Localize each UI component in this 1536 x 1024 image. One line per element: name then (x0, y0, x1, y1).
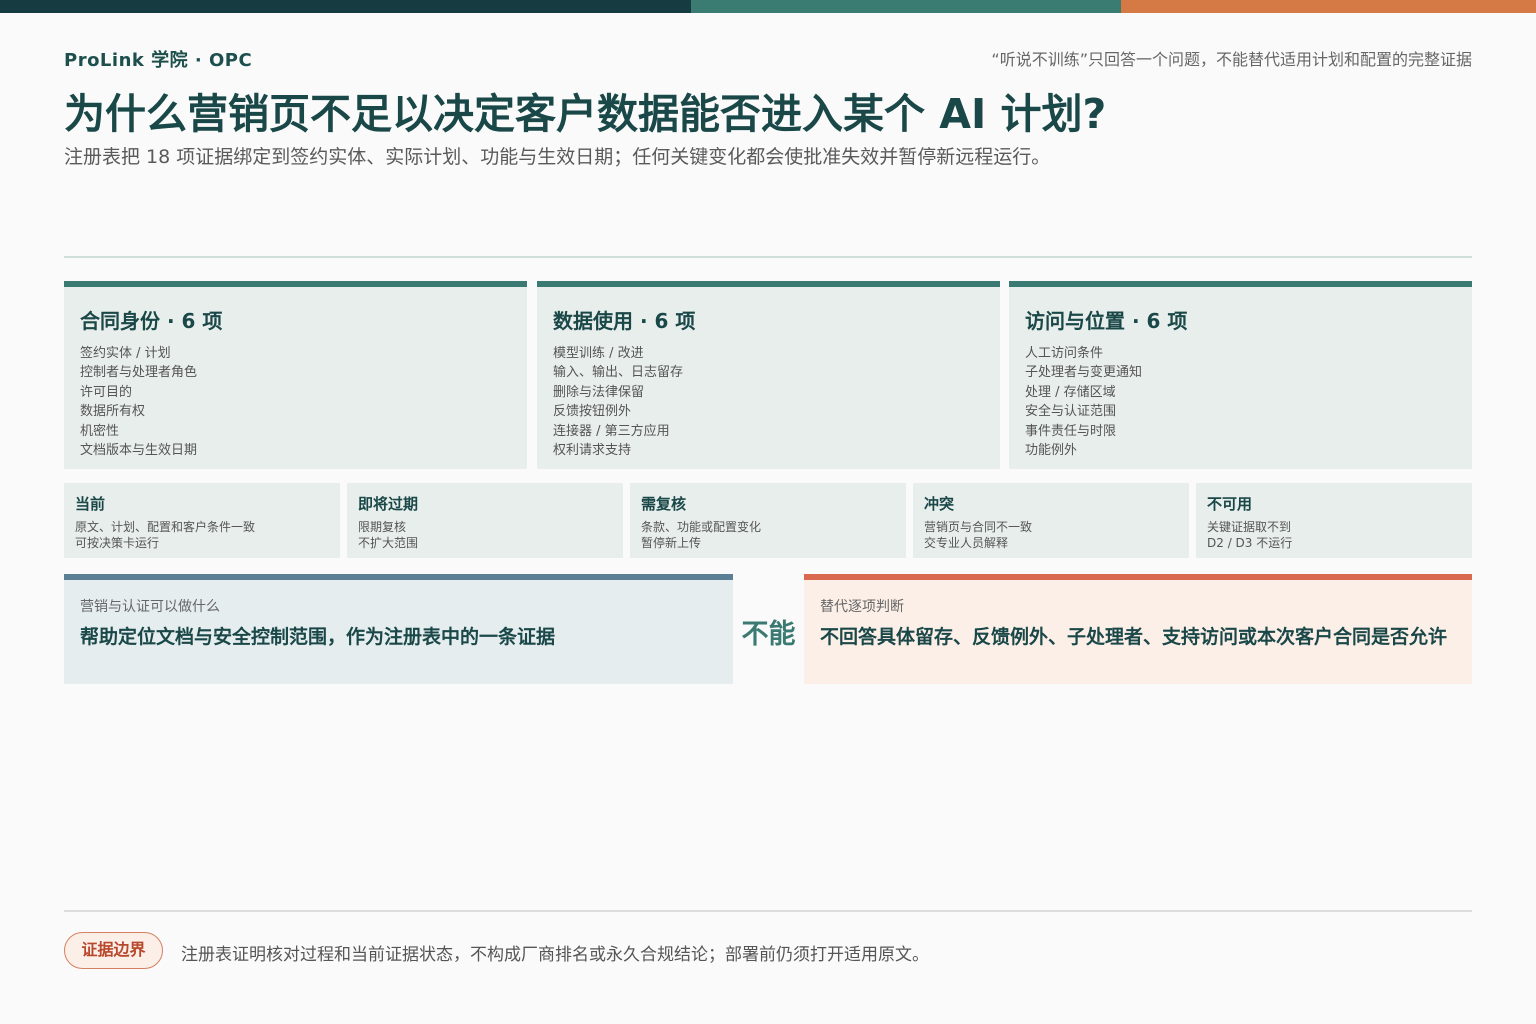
cannot-connector: 不能 (741, 619, 796, 650)
category-item: 权利请求支持 (553, 443, 632, 459)
status-cards: 当前 原文、计划、配置和客户条件一致 可按决策卡运行 即将过期 限期复核 不扩大… (64, 483, 1472, 558)
category-item-list: 签约实体 / 计划 控制者与处理者角色 许可目的 数据所有权 机密性 文档版本与… (80, 344, 527, 460)
category-item: 机密性 (80, 423, 120, 439)
status-line: 可按决策卡运行 (75, 536, 160, 550)
strip-orange-segment (1121, 0, 1536, 13)
category-item: 功能例外 (1025, 443, 1078, 459)
cannot-replace-text: 不回答具体留存、反馈例外、子处理者、支持访问或本次客户合同是否允许 (820, 626, 1448, 648)
category-item: 安全与认证范围 (1025, 404, 1117, 420)
status-card-unavailable: 不可用 关键证据取不到 D2 / D3 不运行 (1196, 483, 1472, 558)
category-title: 合同身份 · 6 项 (80, 309, 223, 333)
category-card-access-location: 访问与位置 · 6 项 人工访问条件 子处理者与变更通知 处理 / 存储区域 安… (1009, 281, 1472, 469)
footer-note: 注册表证明核对过程和当前证据状态，不构成厂商排名或永久合规结论；部署前仍须打开适… (181, 945, 929, 965)
category-item: 模型训练 / 改进 (553, 346, 644, 361)
brand-label: ProLink 学院 · OPC (64, 50, 253, 71)
strip-teal-segment (691, 0, 1121, 13)
status-line: D2 / D3 不运行 (1207, 536, 1293, 550)
status-title: 需复核 (641, 495, 687, 513)
status-title: 冲突 (924, 495, 955, 513)
category-item: 处理 / 存储区域 (1025, 384, 1116, 400)
category-item: 事件责任与时限 (1025, 423, 1117, 439)
page: ProLink 学院 · OPC “听说不训练”只回答一个问题，不能替代适用计划… (0, 0, 1536, 1024)
status-card-conflict: 冲突 营销页与合同不一致 交专业人员解释 (913, 483, 1189, 558)
category-item-list: 人工访问条件 子处理者与变更通知 处理 / 存储区域 安全与认证范围 事件责任与… (1025, 344, 1472, 460)
cannot-replace-label: 替代逐项判断 (820, 599, 904, 615)
category-item: 许可目的 (80, 384, 133, 400)
page-subtitle: 注册表把 18 项证据绑定到签约实体、实际计划、功能与生效日期；任何关键变化都会… (64, 146, 1051, 168)
cannot-replace-box: 替代逐项判断 不回答具体留存、反馈例外、子处理者、支持访问或本次客户合同是否允许 (804, 574, 1472, 684)
category-item: 反馈按钮例外 (553, 404, 632, 420)
category-item: 文档版本与生效日期 (80, 443, 198, 459)
top-color-strip (0, 0, 1536, 13)
category-item: 控制者与处理者角色 (80, 365, 198, 381)
bottom-divider (64, 910, 1472, 912)
category-item: 数据所有权 (80, 404, 146, 420)
status-title: 当前 (75, 495, 106, 513)
status-line: 原文、计划、配置和客户条件一致 (75, 520, 256, 534)
category-item: 子处理者与变更通知 (1025, 365, 1143, 381)
top-note: “听说不训练”只回答一个问题，不能替代适用计划和配置的完整证据 (991, 50, 1472, 69)
status-card-current: 当前 原文、计划、配置和客户条件一致 可按决策卡运行 (64, 483, 340, 558)
category-item: 连接器 / 第三方应用 (553, 423, 670, 439)
status-card-needs-review: 需复核 条款、功能或配置变化 暂停新上传 (630, 483, 906, 558)
status-title: 不可用 (1207, 495, 1253, 513)
category-item: 删除与法律保留 (553, 384, 645, 400)
can-do-text: 帮助定位文档与安全控制范围，作为注册表中的一条证据 (80, 626, 556, 648)
status-line: 营销页与合同不一致 (924, 520, 1033, 534)
category-cards: 合同身份 · 6 项 签约实体 / 计划 控制者与处理者角色 许可目的 数据所有… (64, 281, 1472, 469)
category-title: 访问与位置 · 6 项 (1025, 309, 1188, 333)
strip-dark-segment (0, 0, 691, 13)
top-divider (64, 256, 1472, 258)
status-line: 不扩大范围 (358, 536, 419, 550)
status-line: 交专业人员解释 (924, 536, 1009, 550)
category-item: 人工访问条件 (1025, 346, 1104, 361)
status-line: 条款、功能或配置变化 (641, 520, 762, 534)
category-item: 签约实体 / 计划 (80, 346, 171, 361)
category-title: 数据使用 · 6 项 (553, 309, 696, 333)
evidence-boundary-badge: 证据边界 (64, 932, 163, 969)
can-do-box: 营销与认证可以做什么 帮助定位文档与安全控制范围，作为注册表中的一条证据 (64, 574, 733, 684)
status-title: 即将过期 (358, 495, 419, 513)
category-item: 输入、输出、日志留存 (553, 365, 684, 381)
status-line: 暂停新上传 (641, 536, 702, 550)
category-card-data-use: 数据使用 · 6 项 模型训练 / 改进 输入、输出、日志留存 删除与法律保留 … (537, 281, 1000, 469)
status-card-expiring: 即将过期 限期复核 不扩大范围 (347, 483, 623, 558)
category-card-contract: 合同身份 · 6 项 签约实体 / 计划 控制者与处理者角色 许可目的 数据所有… (64, 281, 527, 469)
can-do-label: 营销与认证可以做什么 (80, 599, 220, 615)
category-item-list: 模型训练 / 改进 输入、输出、日志留存 删除与法律保留 反馈按钮例外 连接器 … (553, 344, 1000, 460)
page-title: 为什么营销页不足以决定客户数据能否进入某个 AI 计划? (64, 90, 1107, 138)
status-line: 关键证据取不到 (1207, 520, 1292, 534)
status-line: 限期复核 (358, 520, 407, 534)
